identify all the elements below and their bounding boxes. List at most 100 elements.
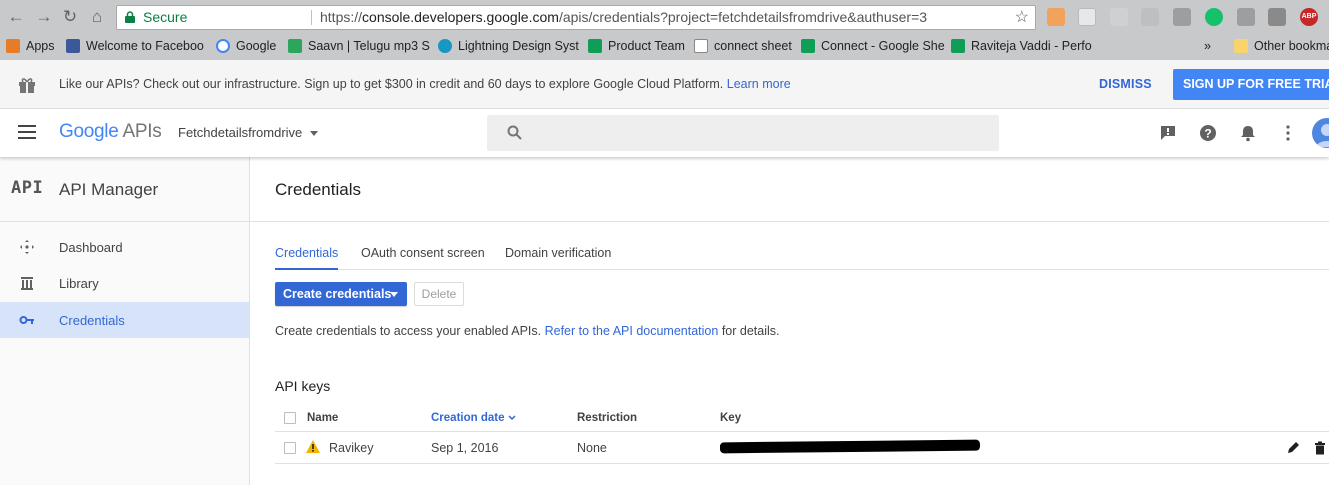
column-key: Key	[720, 412, 742, 424]
secure-label: Secure	[143, 9, 188, 25]
google-apis-logo[interactable]: Google APIs	[59, 121, 162, 143]
sidebar-item-credentials[interactable]: Credentials	[0, 302, 249, 338]
menu-icon[interactable]	[18, 125, 36, 139]
search-input[interactable]	[537, 123, 977, 143]
extension-icon[interactable]	[1047, 8, 1065, 26]
forward-icon[interactable]: →	[34, 7, 54, 27]
promo-banner: Like our APIs? Check out our infrastruct…	[0, 60, 1329, 109]
bookmark-product-team[interactable]: Product Team	[586, 37, 685, 55]
extension-icon[interactable]	[1110, 8, 1128, 26]
signup-button[interactable]: SIGN UP FOR FREE TRIA	[1173, 69, 1329, 100]
bookmark-facebook[interactable]: Welcome to Faceboo	[64, 37, 204, 55]
table-row[interactable]: Ravikey Sep 1, 2016 None	[275, 433, 1329, 464]
gift-icon	[19, 78, 35, 93]
sidebar-item-label: Dashboard	[59, 240, 123, 255]
bookmark-star-icon[interactable]: ☆	[1015, 6, 1029, 29]
page-icon	[694, 39, 708, 53]
app-header: Google APIs Fetchdetailsfromdrive ?	[0, 109, 1329, 157]
bookmark-lightning[interactable]: Lightning Design Syst	[436, 37, 579, 55]
reload-icon[interactable]: ↻	[60, 7, 80, 27]
facebook-icon	[66, 39, 80, 53]
sidebar: API API Manager Dashboard Library Creden…	[0, 157, 250, 485]
tab-credentials[interactable]: Credentials	[275, 246, 339, 270]
sidebar-item-dashboard[interactable]: Dashboard	[0, 229, 249, 265]
bookmark-google[interactable]: Google	[214, 37, 276, 55]
tab-domain-verification[interactable]: Domain verification	[505, 246, 611, 270]
chevron-down-icon	[310, 131, 319, 137]
google-icon	[216, 39, 230, 53]
folder-icon	[1234, 39, 1248, 53]
extension-icon[interactable]	[1268, 8, 1286, 26]
column-restriction: Restriction	[577, 412, 638, 424]
sheets-icon	[588, 39, 602, 53]
bookmark-apps[interactable]: Apps	[4, 37, 55, 55]
lock-icon	[125, 11, 135, 23]
bookmark-other[interactable]: Other bookmar	[1232, 37, 1329, 55]
key-icon	[19, 316, 34, 324]
tab-oauth-consent-screen[interactable]: OAuth consent screen	[361, 246, 485, 270]
column-creation-date[interactable]: Creation date	[431, 412, 516, 424]
grammarly-icon[interactable]	[1205, 8, 1223, 26]
browser-chrome: ← → ↻ ⌂ Secure https://console.developer…	[0, 0, 1329, 60]
warning-icon	[306, 440, 320, 453]
sidebar-item-label: Credentials	[59, 313, 125, 328]
more-vert-icon[interactable]	[1279, 124, 1297, 142]
feedback-icon[interactable]	[1159, 124, 1177, 142]
row-checkbox[interactable]	[284, 442, 296, 454]
adblock-icon[interactable]: ABP	[1300, 8, 1318, 26]
url-separator	[311, 10, 312, 25]
redacted-key	[719, 439, 981, 454]
notifications-icon[interactable]	[1239, 124, 1257, 142]
sidebar-item-library[interactable]: Library	[0, 265, 249, 301]
credentials-hint: Create credentials to access your enable…	[275, 324, 780, 338]
address-bar[interactable]: Secure https://console.developers.google…	[116, 5, 1036, 30]
page-title: Credentials	[275, 180, 361, 199]
project-selector[interactable]: Fetchdetailsfromdrive	[178, 125, 319, 140]
api-documentation-link[interactable]: Refer to the API documentation	[545, 324, 719, 338]
api-key-restriction: None	[577, 441, 607, 455]
bookmarks-overflow[interactable]: »	[1183, 37, 1211, 55]
home-icon[interactable]: ⌂	[87, 7, 107, 27]
dismiss-button[interactable]: DISMISS	[1099, 77, 1152, 91]
cloud-extension-icon[interactable]	[1078, 8, 1096, 26]
dashboard-icon	[20, 240, 34, 254]
api-key-date: Sep 1, 2016	[431, 441, 499, 455]
edit-icon[interactable]	[1286, 441, 1300, 455]
column-name: Name	[307, 412, 339, 424]
bookmark-connect-sheet[interactable]: connect sheet	[692, 37, 792, 55]
sidebar-title: API Manager	[59, 180, 159, 199]
sort-down-icon	[508, 415, 516, 421]
saavn-icon	[288, 39, 302, 53]
trash-icon[interactable]	[1313, 441, 1327, 455]
bookmarks-bar: Apps Welcome to Faceboo Google Saavn | T…	[0, 36, 1329, 58]
api-key-name-link[interactable]: Ravikey	[329, 441, 373, 455]
sidebar-item-label: Library	[59, 276, 99, 291]
help-icon[interactable]: ?	[1199, 124, 1217, 142]
create-credentials-button[interactable]: Create credentials	[275, 282, 407, 306]
main-content: Credentials Credentials OAuth consent sc…	[250, 157, 1329, 485]
sheets-icon	[951, 39, 965, 53]
select-all-checkbox[interactable]	[284, 412, 296, 424]
library-icon	[21, 277, 33, 290]
sidebar-header: API API Manager	[0, 157, 249, 222]
learn-more-link[interactable]: Learn more	[727, 77, 791, 91]
promo-message: Like our APIs? Check out our infrastruct…	[59, 77, 791, 91]
back-icon[interactable]: ←	[6, 7, 26, 27]
sheets-icon	[801, 39, 815, 53]
tab-bar: Credentials OAuth consent screen Domain …	[275, 246, 1329, 270]
avatar[interactable]	[1312, 118, 1329, 148]
extension-icon[interactable]	[1237, 8, 1255, 26]
bookmark-raviteja[interactable]: Raviteja Vaddi - Perfo	[949, 37, 1092, 55]
bookmark-saavn[interactable]: Saavn | Telugu mp3 S	[286, 37, 430, 55]
search-bar[interactable]	[487, 115, 999, 151]
bookmark-connect-google-sheet[interactable]: Connect - Google She	[799, 37, 945, 55]
svg-text:?: ?	[1204, 127, 1211, 141]
api-keys-heading: API keys	[275, 378, 331, 394]
extension-icon[interactable]	[1173, 8, 1191, 26]
search-icon	[507, 125, 522, 140]
user-icon	[1316, 124, 1329, 147]
chevron-down-icon	[390, 292, 398, 297]
extension-icon[interactable]	[1141, 8, 1159, 26]
api-logo-icon: API	[11, 178, 44, 198]
url-text[interactable]: https://console.developers.google.com/ap…	[320, 6, 927, 29]
